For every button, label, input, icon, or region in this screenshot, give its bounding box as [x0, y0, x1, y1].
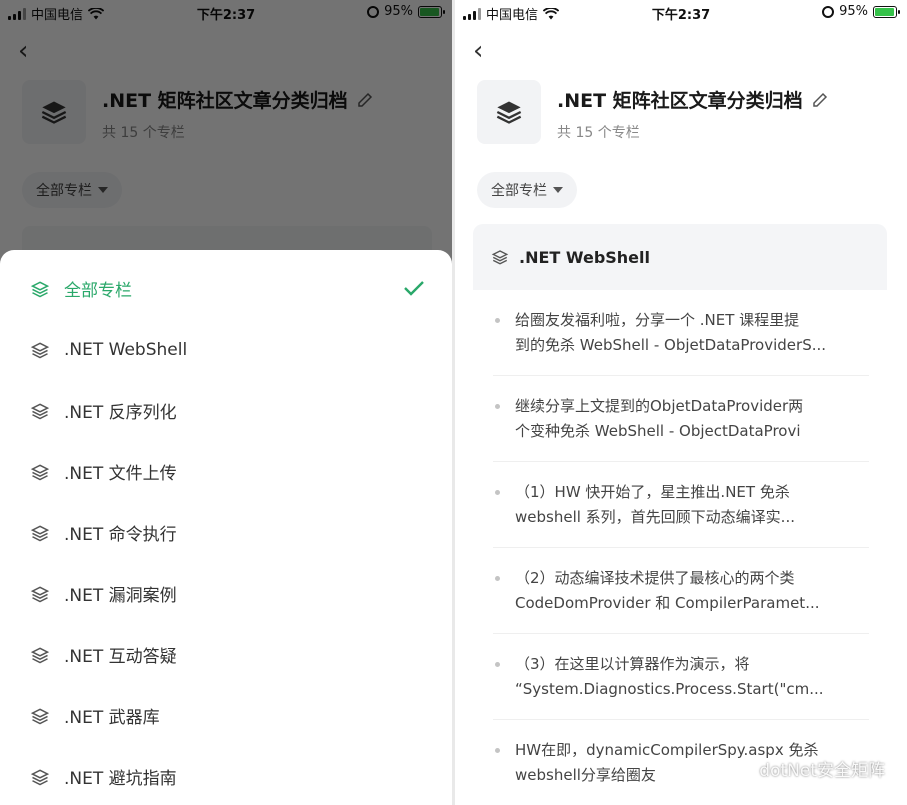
- edit-pencil-icon[interactable]: [811, 91, 829, 109]
- stack-icon: [496, 101, 522, 124]
- back-chevron-icon[interactable]: ‹: [473, 38, 493, 64]
- sheet-item-deserialization[interactable]: .NET 反序列化: [0, 380, 452, 441]
- bullet-dot: [495, 748, 500, 753]
- left-screen: 中国电信 下午2:37 95% ‹ .NET 矩阵社区文章分类归档 共 15 个…: [0, 0, 452, 805]
- layers-icon: [30, 768, 50, 785]
- bullet-dot: [495, 576, 500, 581]
- sheet-item-pitfall-guide[interactable]: .NET 避坑指南: [0, 746, 452, 805]
- layers-icon: [30, 402, 50, 419]
- bullet-dot: [495, 318, 500, 323]
- sheet-item-file-upload[interactable]: .NET 文件上传: [0, 441, 452, 502]
- status-bar: 中国电信 下午2:37 95%: [455, 0, 907, 26]
- caret-down-icon: [553, 187, 563, 193]
- check-icon: [404, 281, 424, 296]
- layers-icon: [30, 463, 50, 480]
- battery-icon: [873, 5, 900, 18]
- layers-icon: [30, 280, 50, 297]
- layers-icon: [491, 250, 509, 265]
- layers-icon: [30, 707, 50, 724]
- right-screen: 中国电信 下午2:37 95% ‹ .NET 矩阵社区文章分类归档 共 15 个…: [455, 0, 907, 805]
- sheet-item-vuln-cases[interactable]: .NET 漏洞案例: [0, 563, 452, 624]
- wechat-logo-icon: [735, 758, 756, 779]
- article-item[interactable]: （2）动态编译技术提供了最核心的两个类 CodeDomProvider 和 Com…: [493, 548, 869, 634]
- page-title: .NET 矩阵社区文章分类归档: [557, 86, 829, 113]
- article-item[interactable]: （1）HW 快开始了，星主推出.NET 免杀 webshell 系列，首先回顾下动…: [493, 462, 869, 548]
- watermark: dotNet安全矩阵: [735, 756, 885, 781]
- sheet-item-qa[interactable]: .NET 互动答疑: [0, 624, 452, 685]
- column-card: .NET WebShell 给圈友发福利啦，分享一个 .NET 课程里提 到的免杀…: [473, 224, 887, 805]
- sheet-item-all[interactable]: 全部专栏: [0, 258, 452, 319]
- bullet-dot: [495, 490, 500, 495]
- layers-icon: [30, 524, 50, 541]
- column-icon: [477, 80, 541, 144]
- article-item[interactable]: 给圈友发福利啦，分享一个 .NET 课程里提 到的免杀 WebShell - Ob…: [493, 290, 869, 376]
- column-count: 共 15 个专栏: [557, 125, 640, 141]
- column-filter-dropdown[interactable]: 全部专栏: [477, 172, 577, 208]
- article-item[interactable]: （3）在这里以计算器作为演示，将 “System.Diagnostics.Proc…: [493, 634, 869, 720]
- column-select-sheet: 全部专栏 .NET WebShell .NET 反序列化 .NET 文件上传 .…: [0, 250, 452, 805]
- bullet-dot: [495, 662, 500, 667]
- sheet-item-command-exec[interactable]: .NET 命令执行: [0, 502, 452, 563]
- orientation-lock-icon: [822, 5, 835, 18]
- column-card-header[interactable]: .NET WebShell: [473, 224, 887, 290]
- layers-icon: [30, 646, 50, 663]
- layers-icon: [30, 585, 50, 602]
- article-item[interactable]: 继续分享上文提到的ObjetDataProvider两 个变种免杀 WebShel…: [493, 376, 869, 462]
- bullet-dot: [495, 404, 500, 409]
- layers-icon: [30, 341, 50, 358]
- sheet-item-webshell[interactable]: .NET WebShell: [0, 319, 452, 380]
- battery-percent: 95%: [839, 4, 868, 19]
- sheet-item-arsenal[interactable]: .NET 武器库: [0, 685, 452, 746]
